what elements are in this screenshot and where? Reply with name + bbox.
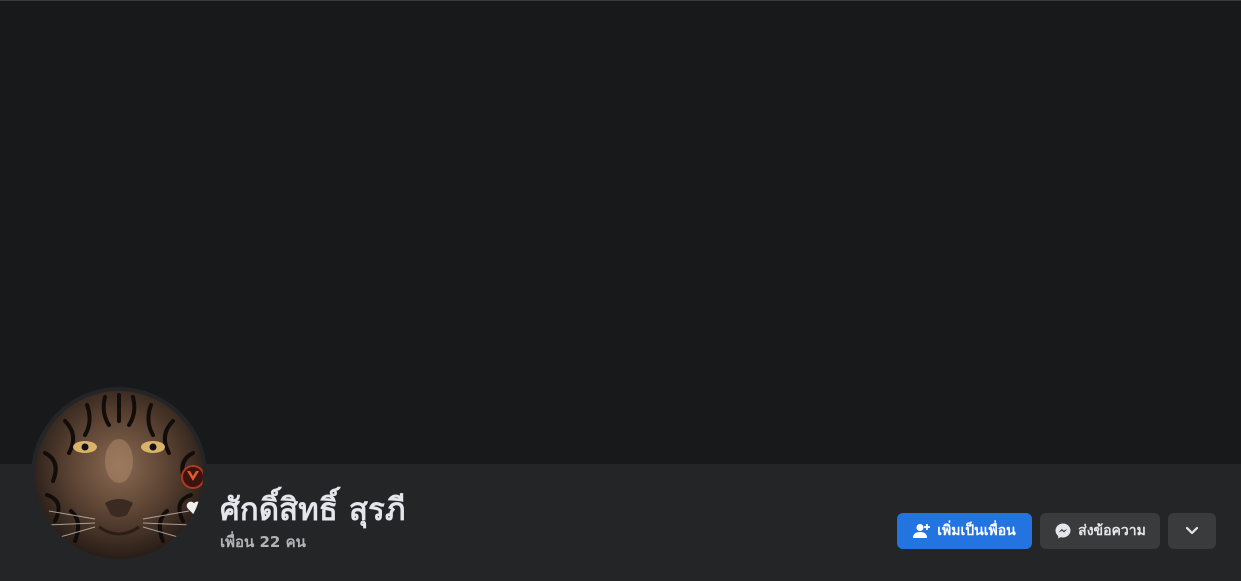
messenger-icon bbox=[1054, 522, 1072, 540]
add-friend-label: เพิ่มเป็นเพื่อน bbox=[937, 523, 1016, 539]
cover-photo-area bbox=[0, 0, 1241, 464]
chevron-down-icon bbox=[1185, 526, 1199, 536]
profile-name: ศักดิ์สิทธิ์ สุรภี bbox=[220, 492, 406, 528]
send-message-label: ส่งข้อความ bbox=[1078, 523, 1146, 539]
add-friend-button[interactable]: เพิ่มเป็นเพื่อน bbox=[897, 513, 1032, 549]
tiger-avatar-image bbox=[35, 391, 203, 559]
person-plus-icon bbox=[913, 523, 931, 539]
send-message-button[interactable]: ส่งข้อความ bbox=[1040, 513, 1160, 549]
heart-icon bbox=[185, 499, 203, 517]
friend-count[interactable]: เพื่อน 22 คน bbox=[220, 530, 306, 554]
more-options-button[interactable] bbox=[1168, 513, 1216, 549]
profile-picture[interactable] bbox=[31, 387, 207, 563]
shield-badge-icon bbox=[181, 465, 203, 489]
